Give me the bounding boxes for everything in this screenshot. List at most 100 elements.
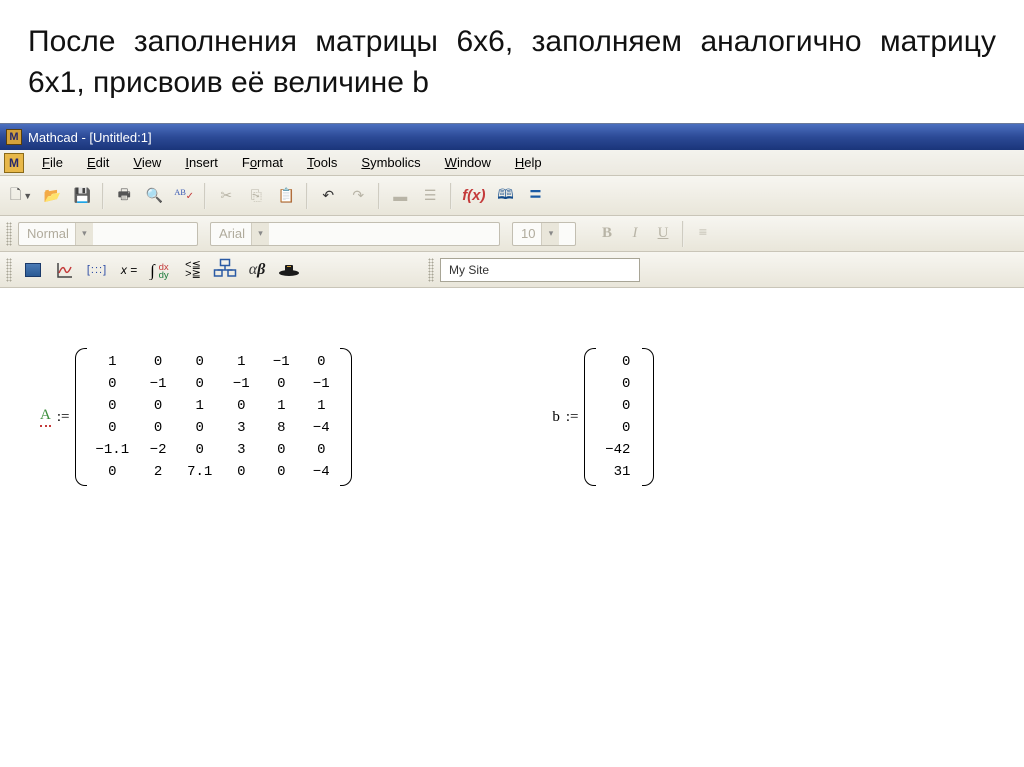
font-selector[interactable]: Arial ▾ xyxy=(210,222,500,246)
menu-tools[interactable]: Tools xyxy=(295,153,349,172)
calculator-toolbar-button[interactable] xyxy=(18,257,48,283)
vector-cell: −42 xyxy=(604,442,634,458)
open-button[interactable]: 📂 xyxy=(38,182,66,210)
italic-button[interactable]: I xyxy=(622,222,648,246)
toolbar-grip[interactable] xyxy=(6,222,12,246)
matrix-cell: −1 xyxy=(270,354,292,370)
matrix-cell: 0 xyxy=(95,376,129,392)
standard-toolbar: 🗋▼ 📂 💾 🖶 🔍 ᴬᴮ✓ ✂ ⎘ 📋 ↶ ↷ ▬ ☰ f(x) 🕮 = xyxy=(0,176,1024,216)
menu-edit[interactable]: Edit xyxy=(75,153,121,172)
greek-toolbar-button[interactable]: αβ xyxy=(242,257,272,283)
new-button[interactable]: 🗋▼ xyxy=(6,182,36,210)
vector-cell: 31 xyxy=(604,464,634,480)
matrix-cell: 1 xyxy=(270,398,292,414)
symbolic-toolbar-button[interactable] xyxy=(274,257,304,283)
chevron-down-icon: ▾ xyxy=(251,223,269,245)
vector-cell: 0 xyxy=(604,420,634,436)
underline-button[interactable]: U xyxy=(650,222,676,246)
matrix-cell: 1 xyxy=(230,354,252,370)
matrix-cell: 1 xyxy=(187,398,212,414)
matrix-toolbar-button[interactable]: [:::] xyxy=(82,257,112,283)
matrix-cell: 0 xyxy=(270,464,292,480)
unit-button[interactable]: 🕮 xyxy=(492,182,520,210)
menu-view[interactable]: View xyxy=(121,153,173,172)
resource-value: My Site xyxy=(449,263,489,277)
size-selector[interactable]: 10 ▾ xyxy=(512,222,576,246)
matrix-cell: 8 xyxy=(270,420,292,436)
svg-text:dy: dy xyxy=(159,270,169,280)
svg-text:∫: ∫ xyxy=(149,260,156,280)
undo-button[interactable]: ↶ xyxy=(314,182,342,210)
toolbar-grip[interactable] xyxy=(428,258,434,282)
matrix-a-definition[interactable]: A := 1001−100−10−10−100101100038−4−1.1−2… xyxy=(40,348,352,486)
vector-b: 0000−4231 xyxy=(584,348,654,486)
menu-insert[interactable]: Insert xyxy=(173,153,230,172)
matrix-cell: 0 xyxy=(270,376,292,392)
copy-button[interactable]: ⎘ xyxy=(242,182,270,210)
evaluation-toolbar-button[interactable]: x = xyxy=(114,257,144,283)
menu-format[interactable]: Format xyxy=(230,153,295,172)
menu-window[interactable]: Window xyxy=(433,153,503,172)
assign-operator: := xyxy=(566,409,579,426)
redo-button[interactable]: ↷ xyxy=(344,182,372,210)
toolbar-separator xyxy=(378,183,380,209)
toolbar-separator xyxy=(306,183,308,209)
calculus-toolbar-button[interactable]: ∫dxdy xyxy=(146,257,176,283)
menu-symbolics[interactable]: Symbolics xyxy=(349,153,432,172)
boolean-toolbar-button[interactable]: <≦>≧ xyxy=(178,257,208,283)
app-menu-icon[interactable]: M xyxy=(4,153,24,173)
toolbar-separator xyxy=(204,183,206,209)
print-preview-button[interactable]: 🔍 xyxy=(140,182,168,210)
chevron-down-icon: ▾ xyxy=(541,223,559,245)
vector-cell: 0 xyxy=(604,398,634,414)
align2-button[interactable]: ☰ xyxy=(416,182,444,210)
resource-selector[interactable]: My Site xyxy=(440,258,640,282)
toolbar-grip[interactable] xyxy=(6,258,12,282)
matrix-cell: −1 xyxy=(147,376,169,392)
menu-help[interactable]: Help xyxy=(503,153,554,172)
menubar: M File Edit View Insert Format Tools Sym… xyxy=(0,150,1024,176)
matrix-cell: 1 xyxy=(310,398,332,414)
bold-button[interactable]: B xyxy=(594,222,620,246)
matrix-cell: 0 xyxy=(187,420,212,436)
matrix-cell: −1 xyxy=(230,376,252,392)
matrix-a: 1001−100−10−10−100101100038−4−1.1−203000… xyxy=(75,348,352,486)
programming-toolbar-button[interactable] xyxy=(210,257,240,283)
matrix-cell: 0 xyxy=(95,464,129,480)
variable-a: A xyxy=(40,407,51,427)
matrix-cell: 0 xyxy=(187,442,212,458)
align-left-button[interactable]: ≡ xyxy=(690,222,716,246)
toolbar-separator xyxy=(682,221,684,247)
evaluate-button[interactable]: = xyxy=(522,182,550,210)
matrix-cell: 0 xyxy=(310,442,332,458)
function-button[interactable]: f(x) xyxy=(458,182,489,210)
cut-button[interactable]: ✂ xyxy=(212,182,240,210)
print-button[interactable]: 🖶 xyxy=(110,182,138,210)
mathcad-window: M Mathcad - [Untitled:1] M File Edit Vie… xyxy=(0,123,1024,546)
app-icon: M xyxy=(6,129,22,145)
align-button[interactable]: ▬ xyxy=(386,182,414,210)
matrix-cell: −1.1 xyxy=(95,442,129,458)
matrix-cell: 0 xyxy=(147,420,169,436)
paste-button[interactable]: 📋 xyxy=(272,182,300,210)
vector-b-definition[interactable]: b := 0000−4231 xyxy=(552,348,654,486)
toolbar-separator xyxy=(450,183,452,209)
matrix-cell: 0 xyxy=(270,442,292,458)
vector-cell: 0 xyxy=(604,354,634,370)
worksheet-area[interactable]: A := 1001−100−10−10−100101100038−4−1.1−2… xyxy=(0,288,1024,546)
menu-file[interactable]: File xyxy=(30,153,75,172)
math-toolbar: [:::] x = ∫dxdy <≦>≧ αβ My Site xyxy=(0,252,1024,288)
matrix-cell: −1 xyxy=(310,376,332,392)
chevron-down-icon: ▾ xyxy=(75,223,93,245)
size-value: 10 xyxy=(521,226,535,241)
font-value: Arial xyxy=(219,226,245,241)
assign-operator: := xyxy=(57,409,70,426)
save-button[interactable]: 💾 xyxy=(68,182,96,210)
matrix-cell: 0 xyxy=(95,398,129,414)
window-title: Mathcad - [Untitled:1] xyxy=(28,130,152,145)
spellcheck-button[interactable]: ᴬᴮ✓ xyxy=(170,182,198,210)
matrix-cell: 0 xyxy=(95,420,129,436)
matrix-cell: 3 xyxy=(230,442,252,458)
style-selector[interactable]: Normal ▾ xyxy=(18,222,198,246)
graph-toolbar-button[interactable] xyxy=(50,257,80,283)
